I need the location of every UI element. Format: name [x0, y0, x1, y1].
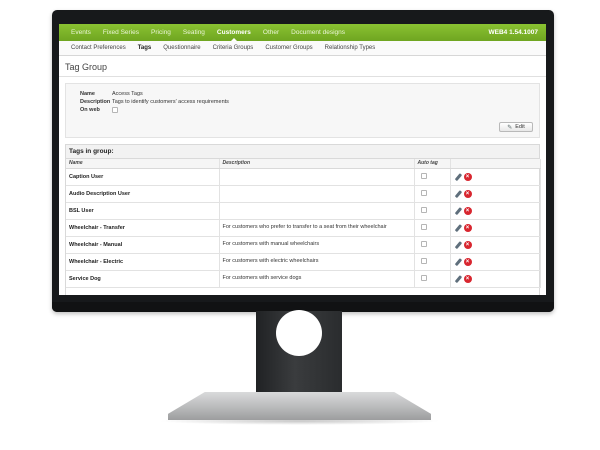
pencil-icon[interactable]	[454, 173, 462, 181]
tags-table: Name Description Auto tag Caption User ×…	[66, 159, 541, 288]
tag-name: Service Dog	[66, 270, 220, 288]
monitor-stand-hole	[276, 310, 322, 356]
tag-name: Wheelchair - Electric	[66, 253, 220, 271]
nav-item-customers[interactable]: Customers	[211, 24, 257, 41]
pencil-icon[interactable]	[454, 258, 462, 266]
tags-header: Tags in group:	[66, 144, 539, 159]
auto-tag-checkbox[interactable]	[420, 190, 427, 197]
on-web-checkbox[interactable]	[112, 106, 118, 113]
tag-description: For customers with manual wheelchairs	[219, 236, 415, 254]
version-label: WEB4 1.54.1007	[488, 29, 538, 36]
screen: Events Fixed Series Pricing Seating Cust…	[59, 24, 546, 295]
tag-name: Wheelchair - Transfer	[66, 219, 220, 237]
subnav-tags[interactable]: Tags	[132, 45, 158, 51]
auto-tag-checkbox[interactable]	[420, 275, 427, 282]
delete-icon[interactable]: ×	[463, 240, 472, 249]
auto-tag-checkbox[interactable]	[420, 173, 427, 180]
pencil-icon: ✎	[507, 124, 513, 131]
delete-icon[interactable]: ×	[463, 257, 472, 266]
nav-item-fixed-series[interactable]: Fixed Series	[97, 24, 145, 41]
tag-name: Audio Description User	[66, 185, 220, 203]
tag-name: Caption User	[66, 168, 220, 186]
column-header-auto-tag: Auto tag	[414, 159, 451, 169]
auto-tag-checkbox[interactable]	[420, 258, 427, 265]
column-header-actions	[450, 159, 541, 169]
edit-button-label: Edit	[515, 124, 525, 130]
nav-item-other[interactable]: Other	[257, 24, 285, 41]
table-row: BSL User ×	[66, 202, 541, 220]
delete-icon[interactable]: ×	[463, 172, 472, 181]
table-row: Audio Description User ×	[66, 185, 541, 203]
tag-description: For customers who prefer to transfer to …	[219, 219, 415, 237]
edit-button[interactable]: ✎ Edit	[499, 122, 533, 132]
pencil-icon[interactable]	[454, 241, 462, 249]
tag-description	[219, 202, 415, 220]
column-header-description: Description	[219, 159, 415, 169]
table-row: Caption User ×	[66, 168, 541, 186]
tag-description: For customers with electric wheelchairs	[219, 253, 415, 271]
name-value: Access Tags	[112, 91, 143, 97]
tag-description	[219, 168, 415, 186]
nav-item-seating[interactable]: Seating	[177, 24, 211, 41]
pencil-icon[interactable]	[454, 224, 462, 232]
name-label: Name	[80, 91, 95, 97]
nav-item-document-designs[interactable]: Document designs	[285, 24, 351, 41]
auto-tag-checkbox[interactable]	[420, 224, 427, 231]
subnav-contact-preferences[interactable]: Contact Preferences	[65, 45, 132, 51]
page-title: Tag Group	[59, 56, 546, 77]
monitor-stand-base	[168, 392, 431, 420]
subnav-customer-groups[interactable]: Customer Groups	[259, 45, 318, 51]
nav-item-events[interactable]: Events	[65, 24, 97, 41]
delete-icon[interactable]: ×	[463, 274, 472, 283]
delete-icon[interactable]: ×	[463, 206, 472, 215]
tag-description	[219, 185, 415, 203]
subnav-criteria-groups[interactable]: Criteria Groups	[207, 45, 260, 51]
tag-description: For customers with service dogs	[219, 270, 415, 288]
top-nav: Events Fixed Series Pricing Seating Cust…	[59, 24, 546, 41]
table-row: Wheelchair - Manual For customers with m…	[66, 236, 541, 254]
on-web-label: On web	[80, 107, 100, 113]
column-header-name: Name	[66, 159, 220, 169]
pencil-icon[interactable]	[454, 207, 462, 215]
subnav-questionnaire[interactable]: Questionnaire	[157, 45, 206, 51]
pencil-icon[interactable]	[454, 275, 462, 283]
description-label: Description	[80, 99, 111, 105]
auto-tag-checkbox[interactable]	[420, 207, 427, 214]
nav-item-pricing[interactable]: Pricing	[145, 24, 177, 41]
table-row: Wheelchair - Electric For customers with…	[66, 253, 541, 271]
tag-name: BSL User	[66, 202, 220, 220]
tags-section: Tags in group: Name Description Auto tag…	[65, 144, 541, 295]
table-row: Wheelchair - Transfer For customers who …	[66, 219, 541, 237]
tag-name: Wheelchair - Manual	[66, 236, 220, 254]
pencil-icon[interactable]	[454, 190, 462, 198]
auto-tag-checkbox[interactable]	[420, 241, 427, 248]
delete-icon[interactable]: ×	[463, 223, 472, 232]
sub-nav: Contact Preferences Tags Questionnaire C…	[59, 41, 546, 56]
tag-group-details: Name Access Tags Description Tags to ide…	[65, 83, 540, 138]
subnav-relationship-types[interactable]: Relationship Types	[319, 45, 382, 51]
description-value: Tags to identify customers' access requi…	[112, 99, 229, 105]
table-row: Service Dog For customers with service d…	[66, 270, 541, 288]
delete-icon[interactable]: ×	[463, 189, 472, 198]
